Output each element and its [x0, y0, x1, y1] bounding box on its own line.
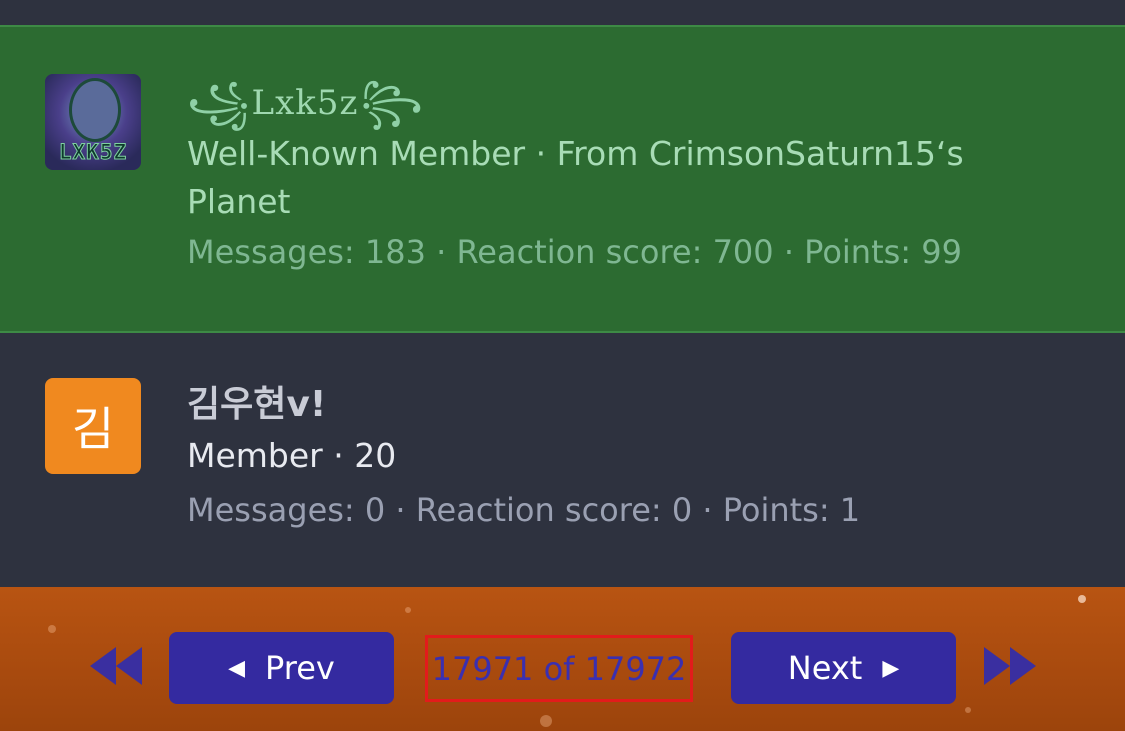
background-speck	[48, 625, 56, 633]
avatar-ring	[69, 78, 121, 142]
next-button[interactable]: Next ▶	[731, 632, 956, 704]
member-row-kim[interactable]: 김 김우현v! Member · 20 Messages: 0 · Reacti…	[0, 333, 1125, 587]
top-divider	[0, 0, 1125, 25]
member-row-lxk5z[interactable]: LXK5Z ꧁ Lxk5z ꧂ Well-Known Member · From…	[0, 25, 1125, 333]
background-speck	[965, 707, 971, 713]
avatar-logo-text: LXK5Z	[58, 140, 128, 165]
member-avatar[interactable]: 김	[45, 378, 141, 474]
caret-left-icon: ◀	[228, 655, 246, 681]
double-chevron-right-icon	[984, 647, 1036, 685]
member-username-text: Lxk5z	[251, 83, 359, 123]
background-speck	[1078, 595, 1086, 603]
next-button-label: Next	[787, 649, 863, 687]
member-username[interactable]: 김우현v!	[187, 375, 326, 427]
flourish-left-icon: ꧁	[187, 80, 250, 126]
avatar-letter: 김	[71, 402, 115, 456]
background-speck	[540, 715, 552, 727]
first-page-button[interactable]	[88, 645, 144, 687]
member-title: Member · 20	[187, 436, 397, 475]
pagination-bar: ◀ Prev 17971 of 17972 Next ▶	[0, 587, 1125, 731]
double-chevron-left-icon	[90, 647, 142, 685]
member-stats: Messages: 183 · Reaction score: 700 · Po…	[187, 233, 962, 271]
flourish-right-icon: ꧂	[360, 80, 423, 126]
caret-right-icon: ▶	[882, 655, 900, 681]
page-indicator[interactable]: 17971 of 17972	[425, 635, 693, 702]
prev-button-label: Prev	[265, 649, 335, 687]
prev-button[interactable]: ◀ Prev	[169, 632, 394, 704]
member-title: Well-Known Member · From CrimsonSaturn15…	[187, 134, 964, 221]
member-avatar[interactable]: LXK5Z	[45, 74, 141, 170]
background-speck	[405, 607, 411, 613]
member-username[interactable]: ꧁ Lxk5z ꧂	[187, 75, 423, 131]
last-page-button[interactable]	[982, 645, 1038, 687]
member-stats: Messages: 0 · Reaction score: 0 · Points…	[187, 491, 861, 529]
